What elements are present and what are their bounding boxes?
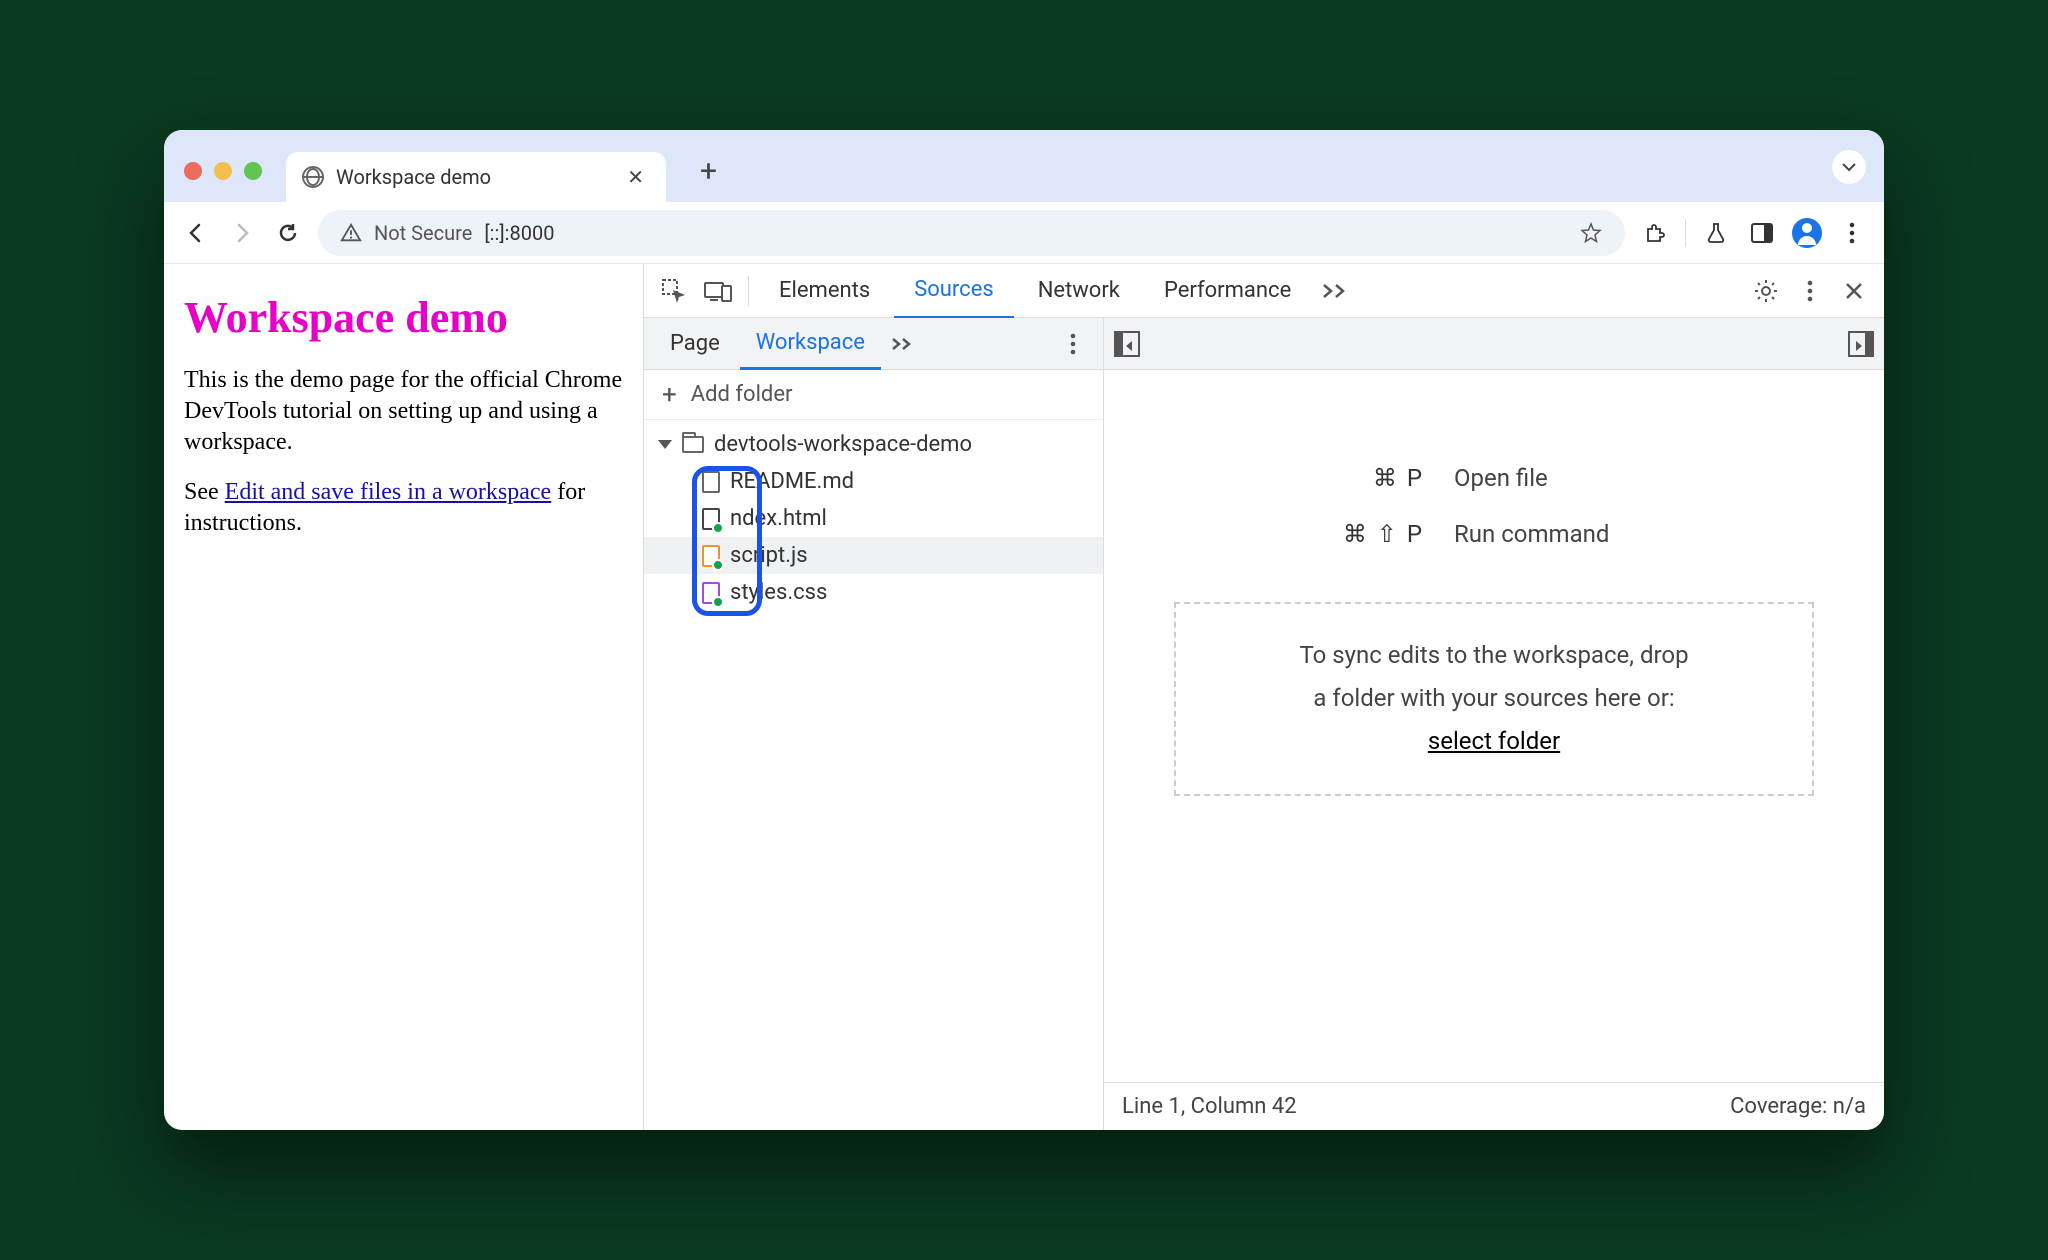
file-icon-css (702, 582, 720, 604)
tree-file-script[interactable]: script.js (644, 537, 1103, 574)
device-toolbar-icon[interactable] (698, 271, 738, 311)
shortcut-label: Open file (1424, 464, 1764, 492)
toolbar-divider (1685, 219, 1686, 247)
inspect-element-icon[interactable] (654, 271, 694, 311)
content-area: Workspace demo This is the demo page for… (164, 264, 1884, 1130)
sources-navigator: Page Workspace + Add folder (644, 318, 1104, 1130)
devtools-main-tabs: Elements Sources Network Performance (644, 264, 1884, 318)
file-tree: devtools-workspace-demo README.md ndex.h… (644, 420, 1103, 1130)
shortcuts-hint: ⌘ P Open file ⌘ ⇧ P Run command (1214, 450, 1774, 562)
maximize-window-button[interactable] (244, 162, 262, 180)
page-paragraph-2: See Edit and save files in a workspace f… (184, 477, 623, 539)
extensions-button[interactable] (1639, 217, 1671, 249)
devtools-body: Page Workspace + Add folder (644, 318, 1884, 1130)
navigator-tab-workspace[interactable]: Workspace (740, 318, 881, 370)
mapped-badge (712, 559, 724, 571)
file-icon (702, 471, 720, 493)
workspace-drop-zone[interactable]: To sync edits to the workspace, drop a f… (1174, 602, 1814, 796)
browser-menu-button[interactable] (1836, 217, 1868, 249)
navigator-tab-page[interactable]: Page (654, 319, 736, 368)
editor-status-bar: Line 1, Column 42 Coverage: n/a (1104, 1082, 1884, 1130)
browser-toolbar: Not Secure [::]:8000 (164, 202, 1884, 264)
rendered-page: Workspace demo This is the demo page for… (164, 264, 644, 1130)
cursor-position: Line 1, Column 42 (1122, 1094, 1297, 1119)
caret-down-icon (658, 440, 672, 449)
show-debugger-toggle[interactable] (1848, 331, 1874, 357)
close-window-button[interactable] (184, 162, 202, 180)
close-tab-button[interactable]: ✕ (621, 161, 650, 193)
more-tabs-button[interactable] (1315, 271, 1355, 311)
tab-strip: Workspace demo ✕ + (164, 130, 1884, 202)
file-name: README.md (730, 469, 854, 494)
tab-network[interactable]: Network (1018, 264, 1140, 317)
devtools-divider (748, 276, 749, 306)
new-tab-button[interactable]: + (688, 148, 729, 195)
file-icon-js (702, 545, 720, 567)
globe-icon (302, 166, 324, 188)
add-folder-button[interactable]: + Add folder (644, 370, 1103, 420)
minimize-window-button[interactable] (214, 162, 232, 180)
tutorial-link[interactable]: Edit and save files in a workspace (225, 479, 552, 505)
tab-sources[interactable]: Sources (894, 264, 1014, 319)
bookmark-star-icon[interactable] (1579, 221, 1603, 245)
show-navigator-toggle[interactable] (1114, 331, 1140, 357)
security-label: Not Secure (374, 221, 472, 245)
reload-button[interactable] (272, 217, 304, 249)
tree-folder[interactable]: devtools-workspace-demo (644, 426, 1103, 463)
page-paragraph-1: This is the demo page for the official C… (184, 365, 623, 459)
add-folder-label: Add folder (691, 382, 793, 407)
mapped-badge (712, 596, 724, 608)
tab-list-dropdown[interactable] (1832, 150, 1866, 184)
select-folder-link[interactable]: select folder (1428, 727, 1560, 755)
file-icon-html (702, 508, 720, 530)
tab-performance[interactable]: Performance (1144, 264, 1311, 317)
devtools-panel: Elements Sources Network Performance (644, 264, 1884, 1130)
browser-tab[interactable]: Workspace demo ✕ (286, 152, 666, 202)
page-heading: Workspace demo (184, 292, 623, 343)
navigator-tabs: Page Workspace (644, 318, 1103, 370)
forward-button[interactable] (226, 217, 258, 249)
shortcut-label: Run command (1424, 520, 1764, 548)
devtools-settings-button[interactable] (1746, 271, 1786, 311)
shortcut-run-command: ⌘ ⇧ P Run command (1214, 506, 1774, 562)
mapped-badge (712, 522, 724, 534)
address-bar[interactable]: Not Secure [::]:8000 (318, 210, 1625, 256)
devtools-close-button[interactable] (1834, 271, 1874, 311)
editor-body: ⌘ P Open file ⌘ ⇧ P Run command To sync … (1104, 370, 1884, 1082)
editor-toolbar (1104, 318, 1884, 370)
browser-window: Workspace demo ✕ + Not Secure [::]:8000 (164, 130, 1884, 1130)
browser-tab-title: Workspace demo (336, 165, 609, 189)
shortcut-keys: ⌘ ⇧ P (1224, 520, 1424, 548)
url-text: [::]:8000 (484, 221, 1567, 245)
sources-editor: ⌘ P Open file ⌘ ⇧ P Run command To sync … (1104, 318, 1884, 1130)
back-button[interactable] (180, 217, 212, 249)
navigator-more-tabs[interactable] (885, 324, 919, 364)
profile-avatar[interactable] (1792, 218, 1822, 248)
window-controls (184, 162, 262, 180)
file-name: styles.css (730, 580, 827, 605)
navigator-menu-button[interactable] (1053, 324, 1093, 364)
tab-elements[interactable]: Elements (759, 264, 890, 317)
file-name: ndex.html (730, 506, 827, 531)
warning-icon (340, 222, 362, 244)
shortcut-keys: ⌘ P (1224, 464, 1424, 492)
drop-text-1: To sync edits to the workspace, drop (1202, 634, 1786, 677)
coverage-status: Coverage: n/a (1730, 1094, 1866, 1119)
shortcut-open-file: ⌘ P Open file (1214, 450, 1774, 506)
drop-text-2: a folder with your sources here or: (1202, 677, 1786, 720)
devtools-menu-button[interactable] (1790, 271, 1830, 311)
folder-name: devtools-workspace-demo (714, 432, 972, 457)
sidepanel-button[interactable] (1746, 217, 1778, 249)
folder-icon (682, 436, 704, 453)
tree-file-readme[interactable]: README.md (644, 463, 1103, 500)
file-name: script.js (730, 543, 808, 568)
tree-file-styles[interactable]: styles.css (644, 574, 1103, 611)
plus-icon: + (662, 380, 677, 410)
labs-button[interactable] (1700, 217, 1732, 249)
tree-file-index[interactable]: ndex.html (644, 500, 1103, 537)
